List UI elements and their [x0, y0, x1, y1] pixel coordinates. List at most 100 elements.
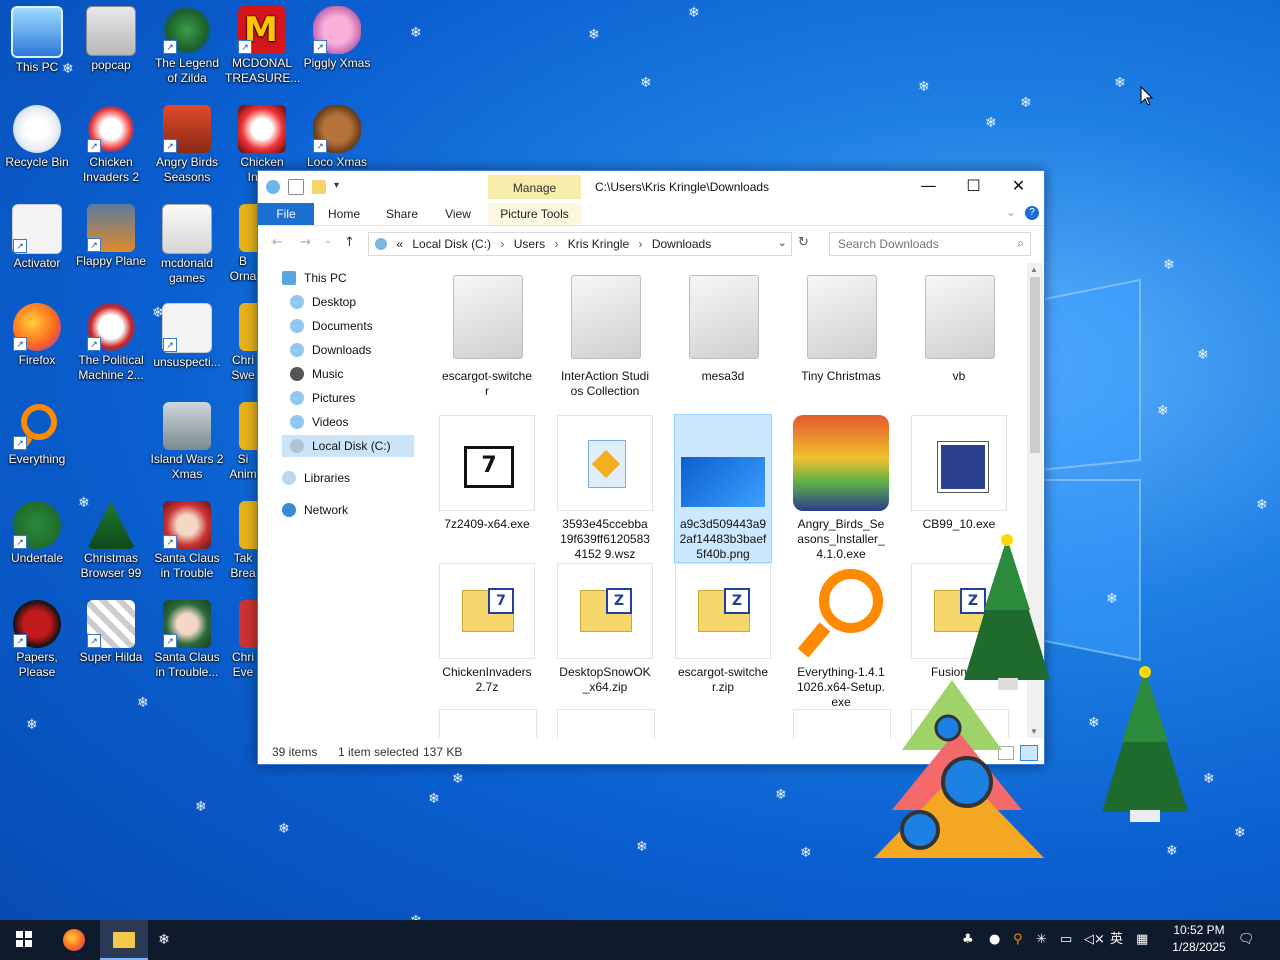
- desktop-icon-si-anim[interactable]: Si Anim: [225, 402, 261, 482]
- file-item[interactable]: Tiny Christmas: [793, 267, 889, 384]
- file-item[interactable]: 3593e45ccebba19f639ff61205834152 9.wsz: [557, 415, 653, 562]
- tray-everything-icon[interactable]: ⚲: [1013, 920, 1023, 960]
- desktop-icon-super-hilda[interactable]: ↗ Super Hilda: [74, 600, 148, 665]
- desktop-icon-santa-claus-in-trouble-2[interactable]: ↗ Santa Claus in Trouble...: [150, 600, 224, 680]
- nav-libraries[interactable]: Libraries: [282, 467, 412, 489]
- desktop-icon-everything[interactable]: ↗ Everything: [0, 402, 74, 467]
- desktop-icon-legend-of-zilda[interactable]: ↗ The Legend of Zilda: [150, 6, 224, 86]
- desktop-icon-loco-xmas[interactable]: ↗ Loco Xmas: [300, 105, 374, 170]
- breadcrumb-root[interactable]: «: [396, 237, 403, 251]
- nav-local-disk[interactable]: Local Disk (C:): [282, 435, 414, 457]
- file-item[interactable]: [675, 709, 771, 738]
- desktop-icon-chicken-invaders-2[interactable]: ↗ Chicken Invaders 2: [74, 105, 148, 185]
- desktop-icon-christmas-browser-99[interactable]: Christmas Browser 99: [74, 501, 148, 581]
- volume-muted-icon[interactable]: ◁×: [1084, 920, 1105, 960]
- desktop-icon-unsuspecti[interactable]: ↗ unsuspecti...: [150, 303, 224, 370]
- desktop-icon-undertale[interactable]: ↗ Undertale: [0, 501, 74, 566]
- explorer-icon[interactable]: [266, 180, 280, 194]
- input-language[interactable]: 英: [1110, 920, 1123, 960]
- minimize-button[interactable]: —: [906, 171, 951, 201]
- breadcrumb-separator[interactable]: ›: [500, 237, 504, 251]
- address-bar[interactable]: « Local Disk (C:) › Users › Kris Kringle…: [368, 232, 792, 256]
- desktop-icon-angry-birds-seasons[interactable]: ↗ Angry Birds Seasons: [150, 105, 224, 185]
- file-item[interactable]: 7 7z2409-x64.exe: [439, 415, 535, 532]
- file-item[interactable]: [439, 709, 537, 738]
- desktop-icon-mcdonald-games[interactable]: mcdonald games: [150, 204, 224, 286]
- desktop-icon-popcap[interactable]: popcap: [74, 6, 148, 73]
- file-item[interactable]: CB99_10.exe: [911, 415, 1007, 532]
- nav-documents[interactable]: Documents: [290, 315, 414, 337]
- tray-app-icon[interactable]: ♣: [962, 920, 974, 960]
- nav-this-pc[interactable]: This PC: [282, 267, 412, 289]
- file-item[interactable]: escargot-switcher: [439, 267, 535, 399]
- file-item[interactable]: Z escargot-switcher.zip: [675, 563, 771, 695]
- desktop-icon-activator[interactable]: ↗ Activator: [0, 204, 74, 271]
- properties-icon[interactable]: [288, 179, 304, 195]
- taskbar-snow-app[interactable]: ❄: [140, 920, 188, 960]
- tab-picture-tools[interactable]: Picture Tools: [488, 203, 581, 225]
- system-clock[interactable]: 10:52 PM 1/28/2025: [1166, 922, 1232, 956]
- close-button[interactable]: ✕: [996, 171, 1041, 201]
- breadcrumb-kris-kringle[interactable]: Kris Kringle: [568, 237, 629, 251]
- file-item-selected[interactable]: a9c3d509443a92af14483b3baef5f40b.png: [674, 414, 772, 563]
- notification-icon[interactable]: 🗨: [1238, 920, 1255, 960]
- tab-file[interactable]: File: [258, 203, 314, 225]
- desktop-icon-chri-swe[interactable]: Chri Swe: [225, 303, 261, 383]
- tray-drop-icon[interactable]: ●: [989, 920, 1000, 960]
- desktop-icon-this-pc[interactable]: This PC: [0, 6, 74, 75]
- file-item[interactable]: vb: [911, 267, 1007, 384]
- tray-snowflake-icon[interactable]: ✳: [1036, 920, 1047, 960]
- breadcrumb-downloads[interactable]: Downloads: [652, 237, 711, 251]
- desktop-icon-island-wars-2[interactable]: Island Wars 2 Xmas: [150, 402, 224, 482]
- tab-home[interactable]: Home: [320, 203, 368, 225]
- start-button[interactable]: [0, 920, 48, 960]
- search-input[interactable]: [836, 236, 1010, 252]
- scrollbar-thumb[interactable]: [1030, 277, 1040, 453]
- nav-downloads[interactable]: Downloads: [290, 339, 414, 361]
- desktop-icon-recycle-bin[interactable]: Recycle Bin: [0, 105, 74, 170]
- manage-tab[interactable]: Manage: [488, 175, 581, 199]
- file-item[interactable]: Angry_Birds_Seasons_Installer_4.1.0.exe: [793, 415, 889, 562]
- forward-button[interactable]: →: [300, 235, 311, 250]
- tab-view[interactable]: View: [434, 203, 482, 225]
- desktop-icon-political-machine[interactable]: ↗ The Political Machine 2...: [74, 303, 148, 383]
- nav-videos[interactable]: Videos: [290, 411, 414, 433]
- breadcrumb-users[interactable]: Users: [514, 237, 545, 251]
- taskbar-firefox[interactable]: [50, 920, 98, 960]
- new-folder-icon[interactable]: [312, 180, 326, 194]
- title-bar[interactable]: ▾ Manage C:\Users\Kris Kringle\Downloads…: [258, 171, 1044, 203]
- breadcrumb-separator[interactable]: ›: [638, 237, 642, 251]
- file-item[interactable]: 7 ChickenInvaders 2.7z: [439, 563, 535, 695]
- refresh-button[interactable]: ↻: [798, 235, 809, 250]
- ribbon-expand-icon[interactable]: ⌄: [1006, 205, 1016, 219]
- scroll-up-icon[interactable]: ▲: [1030, 265, 1038, 274]
- tab-share[interactable]: Share: [378, 203, 426, 225]
- maximize-button[interactable]: ☐: [951, 171, 996, 201]
- desktop-icon-flappy-plane[interactable]: ↗ Flappy Plane: [74, 204, 148, 269]
- chevron-down-icon[interactable]: ▾: [334, 180, 342, 194]
- nav-network[interactable]: Network: [282, 499, 412, 521]
- file-item[interactable]: [557, 709, 655, 738]
- breadcrumb-separator[interactable]: ›: [554, 237, 558, 251]
- nav-pictures[interactable]: Pictures: [290, 387, 414, 409]
- desktop-icon-piggly-xmas[interactable]: ↗ Piggly Xmas: [300, 6, 374, 71]
- desktop-icon-firefox[interactable]: ↗ Firefox: [0, 303, 74, 368]
- search-box[interactable]: ⌕: [829, 232, 1031, 256]
- nav-desktop[interactable]: Desktop: [290, 291, 414, 313]
- help-button[interactable]: ?: [1025, 206, 1039, 220]
- file-item[interactable]: mesa3d: [675, 267, 771, 384]
- desktop-icon-chri-eve[interactable]: Chri Eve: [225, 600, 261, 680]
- desktop-icon-santa-claus-in-trouble[interactable]: ↗ Santa Claus in Trouble: [150, 501, 224, 581]
- network-icon[interactable]: ▭: [1060, 920, 1072, 960]
- desktop-icon-papers-please[interactable]: ↗ Papers, Please: [0, 600, 74, 680]
- back-button[interactable]: ←: [272, 235, 283, 250]
- breadcrumb-local-disk[interactable]: Local Disk (C:): [412, 237, 491, 251]
- desktop-icon-mcdonal-treasure[interactable]: M ↗ MCDONAL TREASURE...: [225, 6, 300, 86]
- file-item[interactable]: InterAction Studios Collection: [557, 267, 653, 399]
- nav-music[interactable]: Music: [290, 363, 414, 385]
- ime-mode-icon[interactable]: ▦: [1136, 920, 1148, 960]
- up-button[interactable]: ↑: [344, 235, 355, 250]
- desktop-icon-b-orna[interactable]: B Orna: [225, 204, 261, 284]
- address-dropdown-icon[interactable]: ⌄: [778, 236, 787, 249]
- desktop-icon-tak-brea[interactable]: Tak Brea: [225, 501, 261, 581]
